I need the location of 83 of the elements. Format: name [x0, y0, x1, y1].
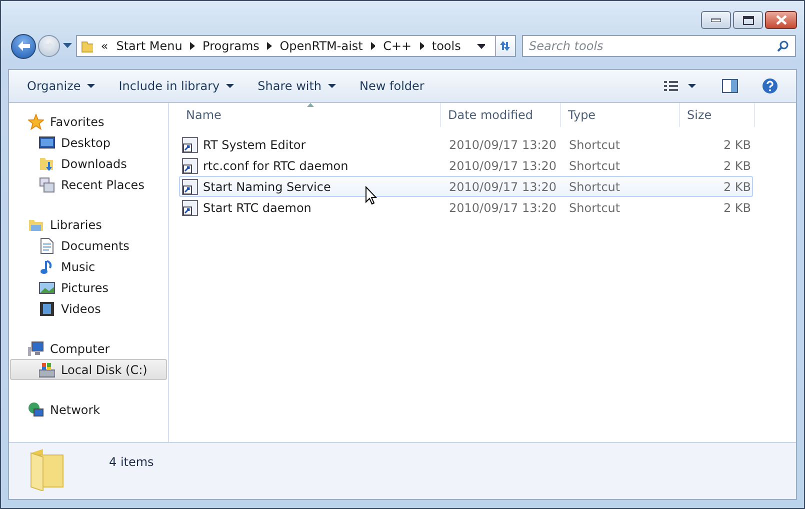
pane-icon	[722, 79, 738, 93]
breadcrumb-item[interactable]: Programs	[202, 39, 260, 53]
shortcut-icon	[182, 136, 198, 152]
forward-arrow-icon	[43, 41, 55, 51]
help-icon	[762, 78, 778, 94]
refresh-button[interactable]	[494, 36, 516, 56]
back-arrow-icon	[16, 40, 30, 52]
toolbar-button[interactable]: Share with	[246, 75, 348, 97]
folder-icon	[81, 39, 93, 53]
sidebar-item[interactable]: Desktop	[10, 132, 167, 153]
sidebar-group[interactable]: Libraries	[9, 214, 168, 235]
column-header[interactable]: Date modified	[441, 103, 561, 127]
item-count: 4 items	[109, 455, 154, 469]
breadcrumb-overflow[interactable]: «	[100, 39, 108, 53]
star-icon	[28, 114, 44, 130]
search-field[interactable]: Search tools	[522, 35, 796, 57]
file-row[interactable]: Start RTC daemon 2010/09/17 13:20 Shortcut 2 KB	[179, 197, 753, 218]
maximize-button[interactable]	[733, 11, 763, 29]
date-cell-text: 2010/09/17 13:20	[448, 138, 558, 152]
breadcrumb-item[interactable]: Start Menu	[116, 39, 182, 53]
mouse-cursor-icon	[365, 186, 377, 205]
shortcut-icon	[182, 158, 198, 174]
sidebar-item[interactable]: Music	[10, 256, 167, 277]
type-cell-text: Shortcut	[568, 180, 622, 194]
pic-icon	[39, 280, 55, 296]
sidebar-group[interactable]: Favorites	[9, 111, 168, 132]
date-cell-text: 2010/09/17 13:20	[448, 180, 558, 194]
file-row[interactable]: rtc.conf for RTC daemon 2010/09/17 13:20 Shortcut 2 KB	[179, 155, 753, 176]
shortcut-icon	[182, 200, 198, 216]
back-button[interactable]	[11, 34, 36, 58]
sidebar-item[interactable]: Documents	[10, 235, 167, 256]
maximize-icon	[742, 16, 754, 24]
breadcrumb-item[interactable]: C++	[383, 39, 412, 53]
sidebar-group[interactable]: Network	[9, 399, 168, 420]
doc-icon	[39, 238, 55, 254]
chevron-icon[interactable]	[190, 42, 195, 50]
folder-down-icon	[39, 156, 55, 172]
file-name: rtc.conf for RTC daemon	[203, 158, 348, 172]
globe-icon	[28, 402, 44, 418]
column-header[interactable]: Size	[680, 103, 755, 127]
refresh-icon	[498, 39, 512, 53]
file-name: Start Naming Service	[203, 180, 331, 194]
minimize-button[interactable]	[701, 11, 731, 29]
disk-icon	[39, 362, 55, 378]
toolbar-button[interactable]: Include in library	[106, 75, 246, 97]
close-icon	[776, 15, 786, 25]
close-button[interactable]	[765, 11, 797, 29]
type-cell-text: Shortcut	[568, 200, 622, 214]
chevron-icon[interactable]	[420, 42, 424, 50]
sidebar-item[interactable]: Recent Places	[10, 174, 167, 195]
details-view-icon	[664, 81, 698, 91]
file-row[interactable]: Start Naming Service 2010/09/17 13:20 Shortcut 2 KB	[179, 176, 753, 197]
monitor-icon	[39, 134, 55, 150]
toolbar-button[interactable]: Organize	[15, 75, 107, 97]
sidebar-item[interactable]: Local Disk (C:)	[10, 359, 167, 380]
sidebar-item[interactable]: Videos	[10, 298, 167, 319]
size-cell-text: 2 KB	[722, 180, 752, 194]
breadcrumb-item[interactable]: OpenRTM-aist	[280, 39, 363, 53]
toolbar-button[interactable]: New folder	[348, 75, 436, 97]
minimize-icon	[711, 18, 721, 22]
shortcut-icon	[182, 178, 198, 194]
address-bar[interactable]: « Start Menu Programs OpenRTM-aist C++ tools	[76, 35, 516, 57]
chevron-icon[interactable]	[370, 42, 376, 50]
size-cell-text: 2 KB	[722, 200, 752, 214]
file-row[interactable]: RT System Editor 2010/09/17 13:20 Shortcut 2 KB	[179, 134, 753, 155]
dropdown-icon[interactable]	[476, 44, 484, 48]
file-name: Start RTC daemon	[203, 200, 312, 214]
size-cell-text: 2 KB	[722, 138, 752, 152]
column-header[interactable]: Type	[561, 103, 680, 127]
type-cell-text: Shortcut	[568, 158, 622, 172]
file-name: RT System Editor	[203, 138, 306, 152]
breadcrumb-item[interactable]: tools	[432, 39, 461, 53]
search-icon	[777, 40, 789, 52]
type-cell-text: Shortcut	[568, 138, 622, 152]
sidebar-item[interactable]: Downloads	[10, 153, 167, 174]
chevron-icon[interactable]	[267, 42, 272, 50]
date-cell-text: 2010/09/17 13:20	[448, 158, 558, 172]
size-cell-text: 2 KB	[722, 158, 752, 172]
sidebar-group[interactable]: Computer	[9, 338, 168, 359]
computer-icon	[28, 340, 44, 356]
date-cell-text: 2010/09/17 13:20	[448, 200, 558, 214]
sort-arrow-icon	[307, 103, 314, 107]
sidebar-item[interactable]: Pictures	[10, 277, 167, 298]
